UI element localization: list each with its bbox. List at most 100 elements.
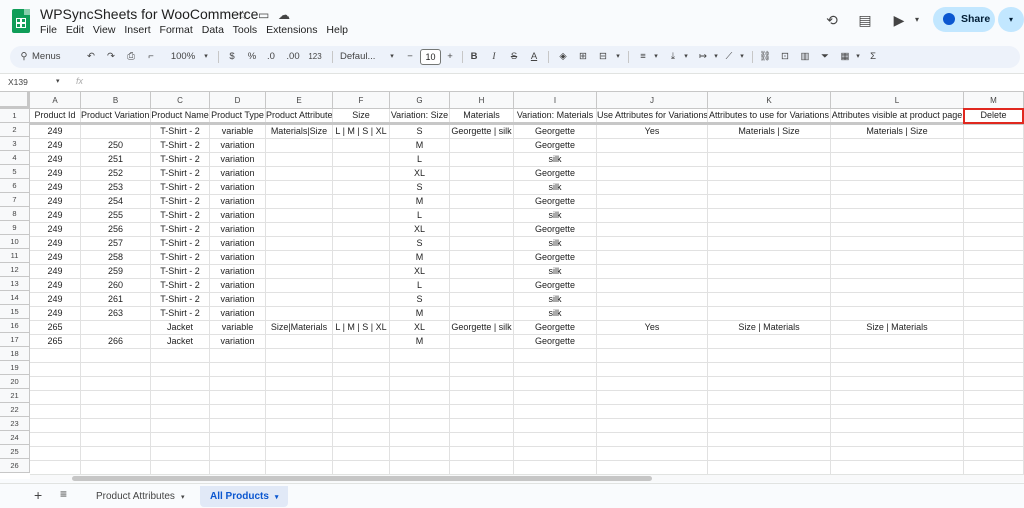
table-cell[interactable]: L (390, 279, 450, 293)
table-cell[interactable] (81, 349, 151, 363)
table-cell[interactable] (333, 447, 390, 461)
menu-format[interactable]: Format (160, 24, 193, 36)
row-header-4[interactable]: 4 (0, 151, 30, 165)
table-cell[interactable]: variation (210, 209, 266, 223)
font-select[interactable]: Defaul... (340, 46, 384, 68)
table-cell[interactable] (30, 349, 81, 363)
fill-color-icon[interactable]: ◈ (556, 46, 570, 68)
table-cell[interactable]: 258 (81, 251, 151, 265)
table-cell[interactable] (151, 405, 210, 419)
row-header-8[interactable]: 8 (0, 207, 30, 221)
row-header-11[interactable]: 11 (0, 249, 30, 263)
table-cell[interactable] (597, 293, 708, 307)
table-cell[interactable]: 249 (30, 251, 81, 265)
table-cell[interactable] (708, 405, 831, 419)
table-cell[interactable]: variation (210, 181, 266, 195)
column-header-k[interactable]: K (708, 92, 831, 109)
table-cell[interactable]: 261 (81, 293, 151, 307)
table-cell[interactable] (333, 293, 390, 307)
table-cell[interactable]: silk (514, 153, 597, 167)
row-header-2[interactable]: 2 (0, 123, 30, 137)
table-cell[interactable] (831, 195, 964, 209)
table-cell[interactable] (333, 363, 390, 377)
table-cell[interactable]: 249 (30, 293, 81, 307)
table-cell[interactable] (964, 377, 1024, 391)
table-cell[interactable]: 249 (30, 195, 81, 209)
column-header-g[interactable]: G (390, 92, 450, 109)
table-cell[interactable] (266, 377, 333, 391)
table-cell[interactable] (266, 181, 333, 195)
column-header-c[interactable]: C (151, 92, 210, 109)
scrollbar-thumb[interactable] (72, 476, 652, 481)
table-cell[interactable]: T-Shirt - 2 (151, 167, 210, 181)
table-cell[interactable] (450, 223, 514, 237)
table-cell[interactable] (597, 391, 708, 405)
header-cell[interactable]: Materials (450, 109, 514, 123)
decrease-decimal-button[interactable]: .0 (264, 46, 278, 68)
table-cell[interactable] (514, 433, 597, 447)
table-cell[interactable]: T-Shirt - 2 (151, 307, 210, 321)
currency-format-button[interactable]: $ (226, 46, 238, 68)
italic-button[interactable]: I (488, 46, 500, 68)
table-cell[interactable] (450, 251, 514, 265)
table-cell[interactable] (266, 335, 333, 349)
table-cell[interactable] (450, 447, 514, 461)
table-cell[interactable] (151, 391, 210, 405)
row-header-24[interactable]: 24 (0, 431, 30, 445)
table-cell[interactable]: variable (210, 125, 266, 139)
table-cell[interactable] (964, 307, 1024, 321)
increase-font-size-icon[interactable]: + (444, 46, 456, 68)
table-cell[interactable] (708, 377, 831, 391)
table-cell[interactable]: 265 (30, 321, 81, 335)
table-cell[interactable] (266, 391, 333, 405)
table-cell[interactable] (333, 461, 390, 475)
table-cell[interactable]: variation (210, 139, 266, 153)
zoom-select[interactable]: 100% (168, 46, 198, 68)
header-cell[interactable]: Variation: Size (390, 109, 450, 123)
table-cell[interactable] (964, 223, 1024, 237)
insert-chart-icon[interactable]: ▥ (798, 46, 812, 68)
table-cell[interactable]: 254 (81, 195, 151, 209)
table-cell[interactable] (708, 195, 831, 209)
table-cell[interactable]: Georgette (514, 223, 597, 237)
table-cell[interactable]: T-Shirt - 2 (151, 265, 210, 279)
table-cell[interactable] (708, 181, 831, 195)
table-cell[interactable] (151, 363, 210, 377)
table-cell[interactable] (210, 377, 266, 391)
table-cell[interactable]: silk (514, 307, 597, 321)
table-cell[interactable] (266, 279, 333, 293)
version-history-icon[interactable]: ⟲ (823, 11, 841, 29)
table-cell[interactable] (450, 181, 514, 195)
row-header-6[interactable]: 6 (0, 179, 30, 193)
table-cell[interactable] (450, 419, 514, 433)
table-cell[interactable]: 256 (81, 223, 151, 237)
table-cell[interactable] (266, 251, 333, 265)
sheet-tab-all-products[interactable]: All Products ▾ (200, 486, 289, 507)
table-cell[interactable] (708, 335, 831, 349)
table-cell[interactable] (266, 405, 333, 419)
table-cell[interactable] (266, 461, 333, 475)
table-cell[interactable] (597, 265, 708, 279)
table-cell[interactable] (210, 419, 266, 433)
table-cell[interactable] (30, 419, 81, 433)
table-cell[interactable]: M (390, 139, 450, 153)
frozen-row-divider[interactable] (30, 122, 1024, 125)
table-cell[interactable] (450, 335, 514, 349)
name-box[interactable]: X139 (8, 77, 28, 87)
table-cell[interactable] (708, 307, 831, 321)
table-cell[interactable] (151, 377, 210, 391)
table-cell[interactable] (450, 377, 514, 391)
table-cell[interactable]: S (390, 237, 450, 251)
table-cell[interactable]: silk (514, 265, 597, 279)
row-header-21[interactable]: 21 (0, 389, 30, 403)
table-cell[interactable] (266, 209, 333, 223)
table-cell[interactable] (333, 349, 390, 363)
sheet-tab-product-attributes[interactable]: Product Attributes ▾ (86, 486, 194, 507)
menu-file[interactable]: File (40, 24, 57, 36)
table-cell[interactable] (597, 349, 708, 363)
table-cell[interactable] (210, 349, 266, 363)
table-cell[interactable] (708, 433, 831, 447)
table-cell[interactable] (30, 461, 81, 475)
table-cell[interactable] (831, 293, 964, 307)
name-box-chevron-icon[interactable]: ▾ (56, 77, 60, 85)
